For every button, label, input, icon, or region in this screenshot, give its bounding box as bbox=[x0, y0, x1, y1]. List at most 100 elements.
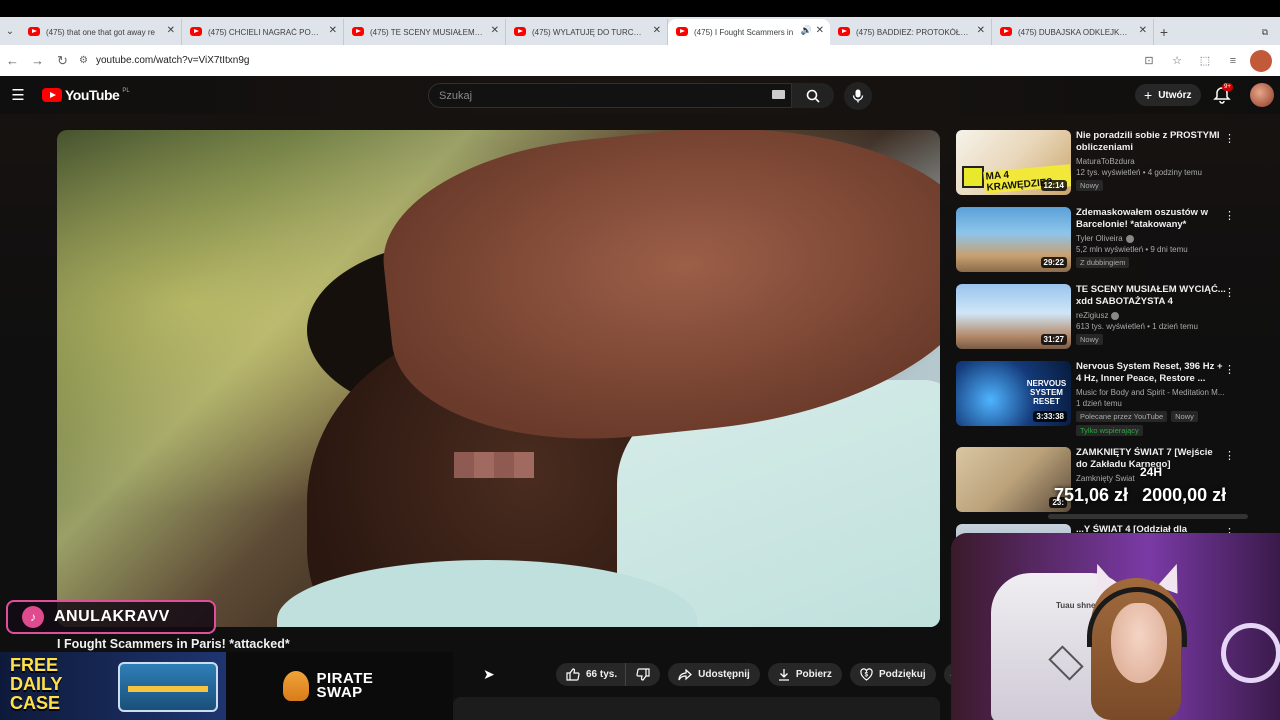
more-vertical-icon[interactable]: ⋮ bbox=[1224, 209, 1235, 222]
extensions-icon[interactable]: ⬚ bbox=[1194, 50, 1216, 72]
reading-list-icon[interactable]: ≡ bbox=[1222, 50, 1244, 72]
channel-name[interactable]: Tyler Oliveira bbox=[1076, 234, 1226, 243]
mouse-cursor-icon: ➤ bbox=[483, 666, 495, 682]
url-field[interactable]: ⚙ youtube.com/watch?v=ViX7tItxn9g bbox=[79, 55, 250, 66]
pirate-logo-icon bbox=[282, 671, 309, 701]
recommendation-title[interactable]: Nervous System Reset, 396 Hz + 4 Hz, Inn… bbox=[1076, 361, 1226, 385]
treasure-chest-icon bbox=[118, 662, 218, 712]
video-thumbnail[interactable]: 31:27 bbox=[956, 284, 1071, 349]
video-duration: 3:33:38 bbox=[1033, 411, 1067, 422]
close-tab-icon[interactable]: ✕ bbox=[653, 25, 661, 36]
ad-free-daily-case-text: FREE DAILY CASE bbox=[10, 655, 63, 713]
svg-text:$: $ bbox=[865, 673, 869, 679]
close-tab-icon[interactable]: ✕ bbox=[1139, 25, 1147, 36]
close-tab-icon[interactable]: ✕ bbox=[977, 25, 985, 36]
video-actions: 66 tys. Udostępnij Pobierz $ Podziękuj •… bbox=[556, 663, 967, 686]
close-tab-icon[interactable]: ✕ bbox=[816, 25, 824, 36]
share-icon bbox=[678, 668, 693, 680]
youtube-favicon-icon bbox=[676, 27, 688, 36]
new-tab-icon[interactable]: + bbox=[1154, 19, 1174, 45]
download-button[interactable]: Pobierz bbox=[767, 663, 842, 686]
video-thumbnail[interactable]: NERVOUS SYSTEM RESET 3:33:38 bbox=[956, 361, 1071, 426]
profile-icon[interactable] bbox=[1250, 49, 1272, 72]
free-daily-case-ad: FREE DAILY CASE bbox=[0, 652, 226, 720]
youtube-favicon-icon bbox=[1000, 27, 1012, 36]
speaker-icon[interactable]: 🔊 bbox=[801, 25, 812, 36]
close-tab-icon[interactable]: ✕ bbox=[329, 25, 337, 36]
video-thumbnail[interactable]: MA 4 KRAWĘDZIE? 12:14 bbox=[956, 130, 1071, 195]
tab-search-icon[interactable]: ⌄ bbox=[0, 17, 20, 45]
browser-tab[interactable]: (475) CHCIELI NAGRAĆ POR... ✕ bbox=[182, 19, 344, 45]
more-vertical-icon[interactable]: ⋮ bbox=[1224, 286, 1235, 299]
pirate-swap-text: PIRATE SWAP bbox=[316, 670, 374, 701]
sponsor-banner: FREE DAILY CASE PIRATE SWAP bbox=[0, 652, 453, 720]
video-meta: 1 dzień temu bbox=[1076, 399, 1122, 408]
share-button[interactable]: Udostępnij bbox=[668, 663, 760, 686]
youtube-favicon-icon bbox=[28, 27, 40, 36]
menu-icon[interactable]: ☰ bbox=[0, 86, 36, 104]
recommendation-title[interactable]: Nie poradzili sobie z PROSTYMI obliczeni… bbox=[1076, 130, 1226, 154]
video-duration: 31:27 bbox=[1040, 334, 1067, 345]
webcam-ring-light bbox=[1221, 623, 1280, 683]
microphone-icon bbox=[852, 89, 864, 103]
browser-tab[interactable]: (475) BADDIEZ: PROTOKÓŁ BEF ✕ bbox=[830, 19, 992, 45]
thumbs-up-icon bbox=[566, 668, 580, 681]
verified-icon bbox=[1111, 311, 1120, 320]
channel-name[interactable]: reZigiusz bbox=[1076, 311, 1226, 320]
youtube-favicon-icon bbox=[838, 27, 850, 36]
overlay-balance: 751,06 zł 2000,00 zł bbox=[1054, 485, 1226, 506]
recommendation-item[interactable]: NERVOUS SYSTEM RESET 3:33:38 Nervous Sys… bbox=[956, 361, 1236, 443]
forward-icon[interactable]: → bbox=[25, 48, 50, 73]
dislike-button[interactable] bbox=[625, 663, 661, 686]
more-vertical-icon[interactable]: ⋮ bbox=[1224, 449, 1235, 462]
browser-tab[interactable]: (475) WYLATUJĘ DO TURCJI - Y ✕ bbox=[506, 19, 668, 45]
more-vertical-icon[interactable]: ⋮ bbox=[1224, 132, 1235, 145]
thumbnail-caption: NERVOUS SYSTEM RESET bbox=[1026, 379, 1067, 406]
voice-search-button[interactable] bbox=[844, 82, 872, 110]
balance-progress-bar bbox=[1048, 514, 1248, 519]
account-avatar[interactable] bbox=[1250, 83, 1274, 107]
new-badge: Nowy bbox=[1076, 334, 1103, 345]
recommendation-item[interactable]: 29:22 Zdemaskowałem oszustów w Barceloni… bbox=[956, 207, 1236, 280]
reload-icon[interactable]: ↻ bbox=[50, 48, 75, 73]
close-tab-icon[interactable]: ✕ bbox=[167, 25, 175, 36]
recommended-badge: Polecane przez YouTube bbox=[1076, 411, 1168, 422]
youtube-logo[interactable]: YouTube PL bbox=[42, 87, 130, 103]
keyboard-icon[interactable] bbox=[772, 90, 785, 99]
like-button[interactable]: 66 tys. bbox=[556, 663, 626, 686]
create-button[interactable]: + Utwórz bbox=[1135, 84, 1201, 106]
chair-text: Tuau shne bbox=[1056, 601, 1096, 610]
browser-tab[interactable]: (475) DUBAJSKA ODKLEJKA WI ✕ bbox=[992, 19, 1154, 45]
search-button[interactable] bbox=[792, 83, 834, 108]
more-vertical-icon[interactable]: ⋮ bbox=[1224, 363, 1235, 376]
browser-tab[interactable]: (475) that one that got away re ✕ bbox=[20, 19, 182, 45]
recommendation-item[interactable]: 23: ZAMKNIĘTY ŚWIAT 7 [Wejście do Zakład… bbox=[956, 447, 1236, 520]
recommendation-item[interactable]: 31:27 TE SCENY MUSIAŁEM WYCIĄĆ... xdd SA… bbox=[956, 284, 1236, 357]
bookmark-star-icon[interactable]: ☆ bbox=[1166, 50, 1188, 72]
thanks-button[interactable]: $ Podziękuj bbox=[849, 663, 936, 686]
browser-tab-active[interactable]: (475) I Fought Scammers in 🔊 ✕ bbox=[668, 19, 830, 45]
new-badge: Nowy bbox=[1076, 180, 1103, 191]
back-icon[interactable]: ← bbox=[0, 48, 25, 73]
recommendation-item[interactable]: MA 4 KRAWĘDZIE? 12:14 Nie poradzili sobi… bbox=[956, 130, 1236, 203]
plus-icon: + bbox=[1144, 87, 1153, 103]
video-player[interactable] bbox=[57, 130, 940, 627]
thumbnail-cube bbox=[962, 166, 984, 188]
screen-top-bar bbox=[0, 0, 1280, 17]
window-controls-icon[interactable]: ⧉ bbox=[1250, 19, 1280, 45]
channel-name[interactable]: Music for Body and Spirit - Meditation M… bbox=[1076, 388, 1226, 397]
install-app-icon[interactable]: ⊡ bbox=[1138, 50, 1160, 72]
browser-address-bar: ← → ↻ ⚙ youtube.com/watch?v=ViX7tItxn9g … bbox=[0, 45, 1280, 76]
video-thumbnail[interactable]: 29:22 bbox=[956, 207, 1071, 272]
site-settings-icon[interactable]: ⚙ bbox=[79, 55, 88, 66]
description-box[interactable] bbox=[453, 697, 940, 720]
youtube-header: ☰ YouTube PL Szukaj + Utwórz 9+ bbox=[0, 76, 1280, 114]
notifications-count-badge: 9+ bbox=[1222, 83, 1233, 91]
verified-icon bbox=[1125, 234, 1134, 243]
recommendation-title[interactable]: TE SCENY MUSIAŁEM WYCIĄĆ... xdd SABOTAŻY… bbox=[1076, 284, 1226, 308]
recommendation-title[interactable]: Zdemaskowałem oszustów w Barcelonie! *at… bbox=[1076, 207, 1226, 231]
close-tab-icon[interactable]: ✕ bbox=[491, 25, 499, 36]
search-input[interactable]: Szukaj bbox=[428, 83, 792, 108]
browser-tab[interactable]: (475) TE SCENY MUSIAŁEM WY ✕ bbox=[344, 19, 506, 45]
channel-name[interactable]: MaturaToBzdura bbox=[1076, 157, 1226, 166]
